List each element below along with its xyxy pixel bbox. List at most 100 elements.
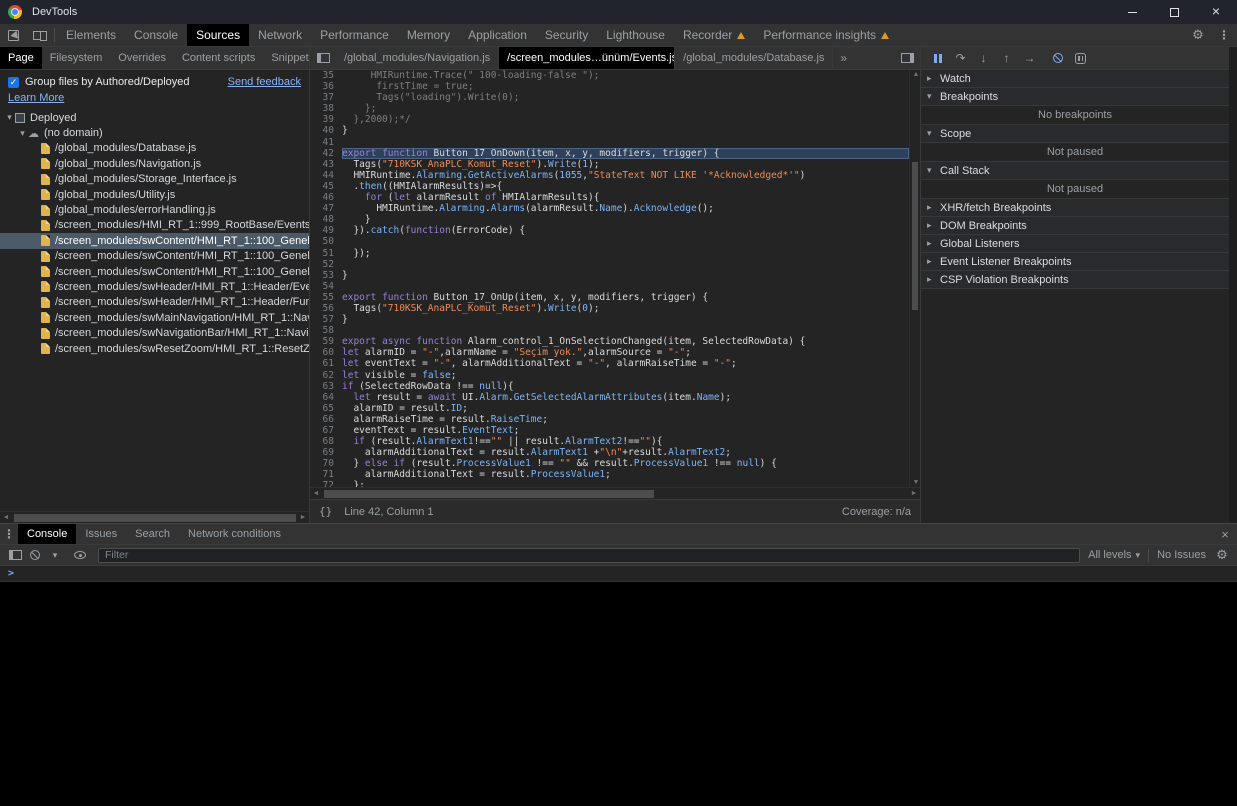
code-text[interactable]: alarmAdditionalText = result.ProcessValu… — [342, 469, 909, 480]
code-text[interactable]: } else if (result.ProcessValue1 !== "" &… — [342, 458, 909, 469]
maximize-button[interactable] — [1153, 0, 1195, 24]
code-text[interactable]: } — [342, 125, 909, 136]
tree-item-global-modules-database-js[interactable]: /global_modules/Database.js — [0, 141, 309, 156]
navigator-tab-overrides[interactable]: Overrides — [110, 47, 174, 69]
line-number[interactable]: 53 — [310, 270, 342, 281]
tree-item-global-modules-storage-interface-js[interactable]: /global_modules/Storage_Interface.js — [0, 172, 309, 187]
line-number[interactable]: 40 — [310, 125, 342, 136]
code-text[interactable]: Tags("loading").Write(0); — [342, 92, 909, 103]
section-scope[interactable]: ▾Scope — [921, 125, 1229, 143]
code-text[interactable]: .then((HMIAlarmResults)=>{ — [342, 181, 909, 192]
code-text[interactable]: alarmAdditionalText = result.AlarmText1 … — [342, 447, 909, 458]
line-number[interactable]: 43 — [310, 159, 342, 170]
scrollbar-thumb[interactable] — [912, 162, 918, 310]
tree-item-screen-modules-swheader-hmi-rt-1-header-functionlists-js[interactable]: /screen_modules/swHeader/HMI_RT_1::Heade… — [0, 295, 309, 310]
line-number[interactable]: 63 — [310, 381, 342, 392]
tree-item-global-modules-errorhandling-js[interactable]: /global_modules/errorHandling.js — [0, 202, 309, 217]
navigator-toggle-button[interactable] — [310, 47, 336, 69]
code-text[interactable]: let eventText = "-", alarmAdditionalText… — [342, 358, 909, 369]
scroll-right-icon[interactable]: ► — [908, 490, 920, 497]
code-text[interactable]: if (result.AlarmText1!=="" || result.Ala… — [342, 436, 909, 447]
line-number[interactable]: 70 — [310, 458, 342, 469]
code-text[interactable]: },2000);*/ — [342, 114, 909, 125]
line-number[interactable]: 49 — [310, 225, 342, 236]
code-text[interactable]: let visible = false; — [342, 370, 909, 381]
code-text[interactable]: } — [342, 314, 909, 325]
tree-item-screen-modules-swcontent-hmi-rt-1-100-genelg-r-n-m-face[interactable]: /screen_modules/swContent/HMI_RT_1::100_… — [0, 249, 309, 264]
line-number[interactable]: 69 — [310, 447, 342, 458]
code-text[interactable]: export function Button_17_OnUp(item, x, … — [342, 292, 909, 303]
console-sidebar-button[interactable] — [5, 547, 25, 563]
code-text[interactable]: Tags("710KSK_AnaPLC_Komut_Reset").Write(… — [342, 159, 909, 170]
learn-more-link[interactable]: Learn More — [8, 92, 64, 104]
scroll-up-icon[interactable]: ▲ — [910, 71, 922, 78]
code-text[interactable]: for (let alarmResult of HMIAlarmResults)… — [342, 192, 909, 203]
disclosure-icon[interactable]: ▾ — [4, 112, 15, 123]
code-text[interactable] — [342, 137, 909, 148]
tree-item-global-modules-navigation-js[interactable]: /global_modules/Navigation.js — [0, 156, 309, 171]
code-text[interactable]: } — [342, 214, 909, 225]
step-over-button[interactable] — [949, 49, 972, 67]
settings-button[interactable] — [1185, 27, 1211, 43]
line-number[interactable]: 66 — [310, 414, 342, 425]
code-text[interactable]: }); — [342, 248, 909, 259]
step-out-button[interactable] — [995, 49, 1018, 67]
scroll-right-icon[interactable]: ► — [297, 514, 309, 521]
console-context-selector[interactable] — [45, 547, 65, 563]
tab-sources[interactable]: Sources — [187, 24, 249, 46]
console-prompt[interactable]: > — [0, 566, 22, 581]
section-csp-violation-breakpoints[interactable]: ▸CSP Violation Breakpoints — [921, 271, 1229, 289]
console-settings-button[interactable] — [1212, 547, 1232, 563]
close-button[interactable] — [1195, 0, 1237, 24]
more-options-button[interactable] — [1211, 28, 1237, 42]
line-number[interactable]: 56 — [310, 303, 342, 314]
tree-item-no-domain[interactable]: ▾(no domain) — [0, 125, 309, 140]
tree-item-deployed[interactable]: ▾Deployed — [0, 110, 309, 125]
drawer-tab-console[interactable]: Console — [18, 524, 76, 544]
line-number[interactable]: 62 — [310, 370, 342, 381]
navigator-tab-page[interactable]: Page — [0, 47, 42, 69]
scrollbar-thumb[interactable] — [14, 514, 296, 522]
code-text[interactable] — [342, 325, 909, 336]
line-number[interactable]: 57 — [310, 314, 342, 325]
tab-memory[interactable]: Memory — [398, 24, 459, 46]
code-text[interactable] — [342, 281, 909, 292]
tab-security[interactable]: Security — [536, 24, 597, 46]
pause-on-exceptions-button[interactable] — [1069, 49, 1092, 67]
line-number[interactable]: 39 — [310, 114, 342, 125]
code-text[interactable] — [342, 236, 909, 247]
clear-console-button[interactable] — [25, 547, 45, 563]
code-text[interactable]: HMIRuntime.Alarming.GetActiveAlarms(1055… — [342, 170, 909, 181]
line-number[interactable]: 58 — [310, 325, 342, 336]
line-number[interactable]: 38 — [310, 103, 342, 114]
code-area[interactable]: 35 HMIRuntime.Trace(" 100-loading-false … — [310, 70, 909, 487]
device-toolbar-button[interactable] — [26, 24, 52, 46]
tab-network[interactable]: Network — [249, 24, 311, 46]
tree-item-screen-modules-swnavigationbar-hmi-rt-1-navigationbar-fun[interactable]: /screen_modules/swNavigationBar/HMI_RT_1… — [0, 325, 309, 340]
tree-item-screen-modules-hmi-rt-1-999-rootbase-events-js[interactable]: /screen_modules/HMI_RT_1::999_RootBase/E… — [0, 218, 309, 233]
line-number[interactable]: 42 — [310, 148, 342, 159]
navigator-tab-snippets[interactable]: Snippets — [263, 47, 309, 69]
code-text[interactable]: let alarmID = "-",alarmName = "Seçim yok… — [342, 347, 909, 358]
deactivate-breakpoints-button[interactable] — [1046, 49, 1069, 67]
navigator-tab-filesystem[interactable]: Filesystem — [42, 47, 111, 69]
tab-performance-insights[interactable]: Performance insights — [754, 24, 898, 46]
section-watch[interactable]: ▸Watch — [921, 70, 1229, 88]
tab-application[interactable]: Application — [459, 24, 536, 46]
code-text[interactable]: }; — [342, 103, 909, 114]
section-xhr-fetch-breakpoints[interactable]: ▸XHR/fetch Breakpoints — [921, 199, 1229, 217]
section-global-listeners[interactable]: ▸Global Listeners — [921, 235, 1229, 253]
tree-item-screen-modules-swcontent-hmi-rt-1-100-genelg-r-n-m-eve[interactable]: /screen_modules/swContent/HMI_RT_1::100_… — [0, 233, 309, 248]
code-text[interactable]: alarmID = result.ID; — [342, 403, 909, 414]
send-feedback-link[interactable]: Send feedback — [228, 76, 301, 88]
line-number[interactable]: 60 — [310, 347, 342, 358]
tree-item-global-modules-utility-js[interactable]: /global_modules/Utility.js — [0, 187, 309, 202]
resume-pause-button[interactable] — [926, 49, 949, 67]
drawer-menu-button[interactable] — [0, 524, 18, 544]
code-text[interactable]: firstTime = true; — [342, 81, 909, 92]
code-text[interactable] — [342, 259, 909, 270]
tab-performance[interactable]: Performance — [311, 24, 398, 46]
debugger-scrollbar[interactable] — [1229, 47, 1237, 523]
editor-tab-global-modules-database-js[interactable]: /global_modules/Database.js — [675, 47, 833, 69]
editor-tab-screen-modules-n-m-events-js[interactable]: /screen_modules…ünüm/Events.js× — [499, 47, 675, 69]
